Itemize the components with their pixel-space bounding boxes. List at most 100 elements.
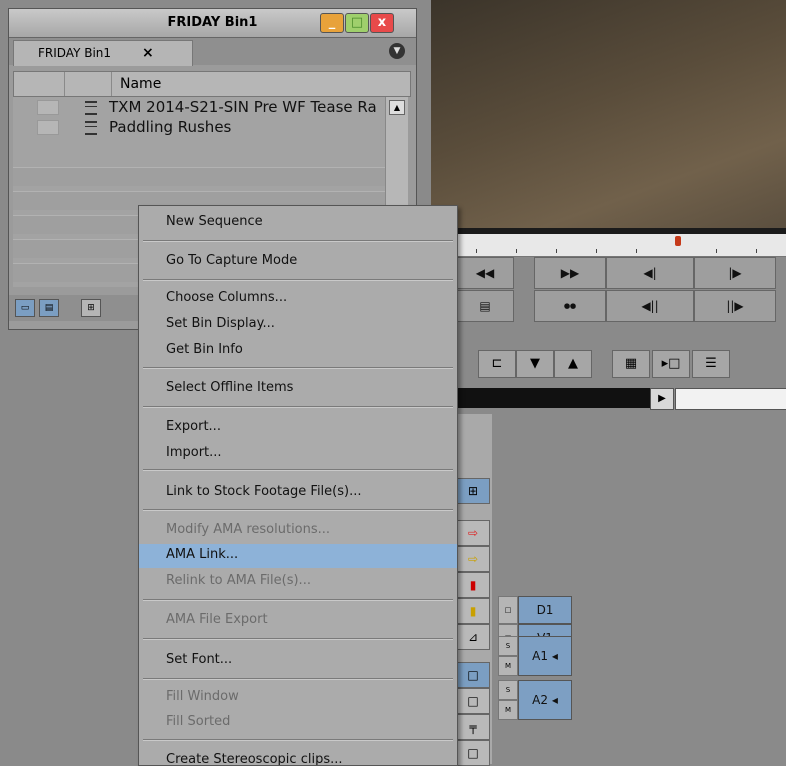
tick bbox=[476, 249, 477, 253]
menu-item-export[interactable]: Export... bbox=[139, 416, 457, 440]
menu-item-set-font[interactable]: Set Font... bbox=[139, 649, 457, 673]
list-item[interactable]: TXM 2014-S21-SIN Pre WF Tease Ra bbox=[13, 97, 385, 117]
tab-close-icon[interactable]: × bbox=[142, 45, 154, 61]
tick bbox=[516, 249, 517, 253]
track-d1[interactable]: D1 bbox=[518, 596, 572, 624]
solo-a2[interactable]: S bbox=[498, 680, 518, 700]
mute-a1[interactable]: M bbox=[498, 656, 518, 676]
menu-item-create-stereoscopic-clips[interactable]: Create Stereoscopic clips... bbox=[139, 749, 457, 765]
tick bbox=[756, 249, 757, 253]
position-indicator[interactable] bbox=[675, 236, 681, 246]
tick bbox=[716, 249, 717, 253]
menu-item-link-stock-footage[interactable]: Link to Stock Footage File(s)... bbox=[139, 481, 457, 505]
menu-item-fill-window: Fill Window bbox=[139, 686, 457, 710]
clip-name: TXM 2014-S21-SIN Pre WF Tease Ra bbox=[109, 98, 377, 116]
transport-row-1: ◀◀ ▶▶ ◀| |▶ bbox=[456, 257, 786, 289]
menu-item-label: Get Bin Info bbox=[166, 342, 243, 357]
tick bbox=[596, 249, 597, 253]
menu-item-label: Fill Sorted bbox=[166, 714, 231, 729]
menu-item-label: AMA Link... bbox=[166, 547, 239, 562]
menu-item-label: Choose Columns... bbox=[166, 290, 288, 305]
mute-a2[interactable]: M bbox=[498, 700, 518, 720]
menu-item-ama-link[interactable]: AMA Link... bbox=[139, 544, 457, 568]
bin-titlebar[interactable]: FRIDAY Bin1 _ □ x bbox=[9, 9, 416, 38]
menu-item-select-offline-items[interactable]: Select Offline Items bbox=[139, 377, 457, 401]
timecode-field[interactable] bbox=[675, 388, 786, 410]
red-arrow-icon[interactable]: ⇨ bbox=[456, 520, 490, 546]
splice-icon[interactable]: ⊏ bbox=[478, 350, 516, 378]
sync-icon[interactable]: ☰ bbox=[692, 350, 730, 378]
empty-row bbox=[13, 167, 385, 186]
track-a2[interactable]: A2 ◂ bbox=[518, 680, 572, 720]
yellow-segment-icon[interactable]: ▮ bbox=[456, 598, 490, 624]
frame-view-icon[interactable]: ▭ bbox=[15, 299, 35, 317]
menu-item-label: New Sequence bbox=[166, 214, 263, 229]
close-button[interactable]: x bbox=[370, 13, 394, 33]
menu-item-label: Fill Window bbox=[166, 689, 239, 704]
row-checkbox[interactable] bbox=[37, 100, 59, 115]
bin-tabstrip: FRIDAY Bin1 × ▼ bbox=[9, 38, 416, 66]
track-toggle-d1[interactable]: □ bbox=[498, 596, 518, 624]
monitor-tool-icon[interactable]: □ bbox=[456, 662, 490, 688]
header-cell-icon[interactable] bbox=[65, 72, 112, 96]
solo-a1[interactable]: S bbox=[498, 636, 518, 656]
record-segment-icon[interactable]: ▮ bbox=[456, 572, 490, 598]
list-item[interactable]: Paddling Rushes bbox=[13, 117, 385, 137]
timecode-bar[interactable] bbox=[456, 388, 674, 408]
tick bbox=[556, 249, 557, 253]
rewind-button[interactable]: ◀◀ bbox=[456, 257, 514, 289]
menu-separator bbox=[143, 638, 453, 640]
track-a1[interactable]: A1 ◂ bbox=[518, 636, 572, 676]
script-view-icon[interactable]: ⊞ bbox=[81, 299, 101, 317]
step-forward-button[interactable]: |▶ bbox=[694, 257, 776, 289]
maximize-button[interactable]: □ bbox=[345, 13, 369, 33]
fast-forward-button[interactable]: ▶▶ bbox=[534, 257, 606, 289]
trim-tool-icon[interactable]: ⊿ bbox=[456, 624, 490, 650]
audio-loop-button[interactable]: ⏺⏺ bbox=[534, 290, 606, 322]
menu-item-import[interactable]: Import... bbox=[139, 442, 457, 466]
text-view-icon[interactable]: ▤ bbox=[39, 299, 59, 317]
tab-friday-bin1[interactable]: FRIDAY Bin1 × bbox=[13, 40, 193, 66]
row-checkbox[interactable] bbox=[37, 120, 59, 135]
menu-item-label: Select Offline Items bbox=[166, 380, 294, 395]
add-edit-icon[interactable]: ▸□ bbox=[652, 350, 690, 378]
clip-name: Paddling Rushes bbox=[109, 118, 232, 136]
split-tool-icon[interactable]: ╤ bbox=[456, 714, 490, 740]
header-name[interactable]: Name bbox=[120, 76, 161, 92]
source-monitor[interactable] bbox=[431, 0, 786, 228]
transport-row-2: ▤ ⏺⏺ ◀|| ||▶ bbox=[456, 290, 786, 322]
menu-item-label: Import... bbox=[166, 445, 222, 460]
trim-forward-button[interactable]: ||▶ bbox=[694, 290, 776, 322]
menu-item-new-sequence[interactable]: New Sequence bbox=[139, 211, 457, 235]
frame-tool-icon[interactable]: □ bbox=[456, 688, 490, 714]
step-back-button[interactable]: ◀| bbox=[606, 257, 694, 289]
play-icon[interactable]: ▶ bbox=[650, 388, 674, 410]
menu-separator bbox=[143, 279, 453, 281]
minimize-button[interactable]: _ bbox=[320, 13, 344, 33]
menu-item-label: Go To Capture Mode bbox=[166, 253, 298, 268]
menu-item-label: Relink to AMA File(s)... bbox=[166, 573, 311, 588]
header-cell-select[interactable] bbox=[14, 72, 65, 96]
effect-icon[interactable]: ▦ bbox=[612, 350, 650, 378]
menu-item-get-bin-info[interactable]: Get Bin Info bbox=[139, 339, 457, 363]
menu-separator bbox=[143, 599, 453, 601]
lift-button[interactable]: ▲ bbox=[554, 350, 592, 378]
menu-item-choose-columns[interactable]: Choose Columns... bbox=[139, 287, 457, 311]
position-bar[interactable] bbox=[456, 234, 786, 257]
menu-item-modify-ama-resolutions: Modify AMA resolutions... bbox=[139, 519, 457, 543]
menu-item-go-to-capture-mode[interactable]: Go To Capture Mode bbox=[139, 250, 457, 274]
extract-button[interactable]: ▼ bbox=[516, 350, 554, 378]
panel-tool-icon[interactable]: □ bbox=[456, 740, 490, 766]
menu-item-label: Set Bin Display... bbox=[166, 316, 275, 331]
grid-icon[interactable]: ⊞ bbox=[456, 478, 490, 504]
yellow-arrow-icon[interactable]: ⇨ bbox=[456, 546, 490, 572]
list-view-icon[interactable]: ▤ bbox=[456, 290, 514, 322]
trim-back-button[interactable]: ◀|| bbox=[606, 290, 694, 322]
scroll-up-icon[interactable]: ▲ bbox=[389, 100, 405, 115]
bin-menu-icon[interactable]: ▼ bbox=[389, 43, 405, 59]
menu-item-label: Modify AMA resolutions... bbox=[166, 522, 331, 537]
menu-separator bbox=[143, 509, 453, 511]
menu-item-label: AMA File Export bbox=[166, 612, 268, 627]
menu-item-label: Set Font... bbox=[166, 652, 233, 667]
menu-item-set-bin-display[interactable]: Set Bin Display... bbox=[139, 313, 457, 337]
